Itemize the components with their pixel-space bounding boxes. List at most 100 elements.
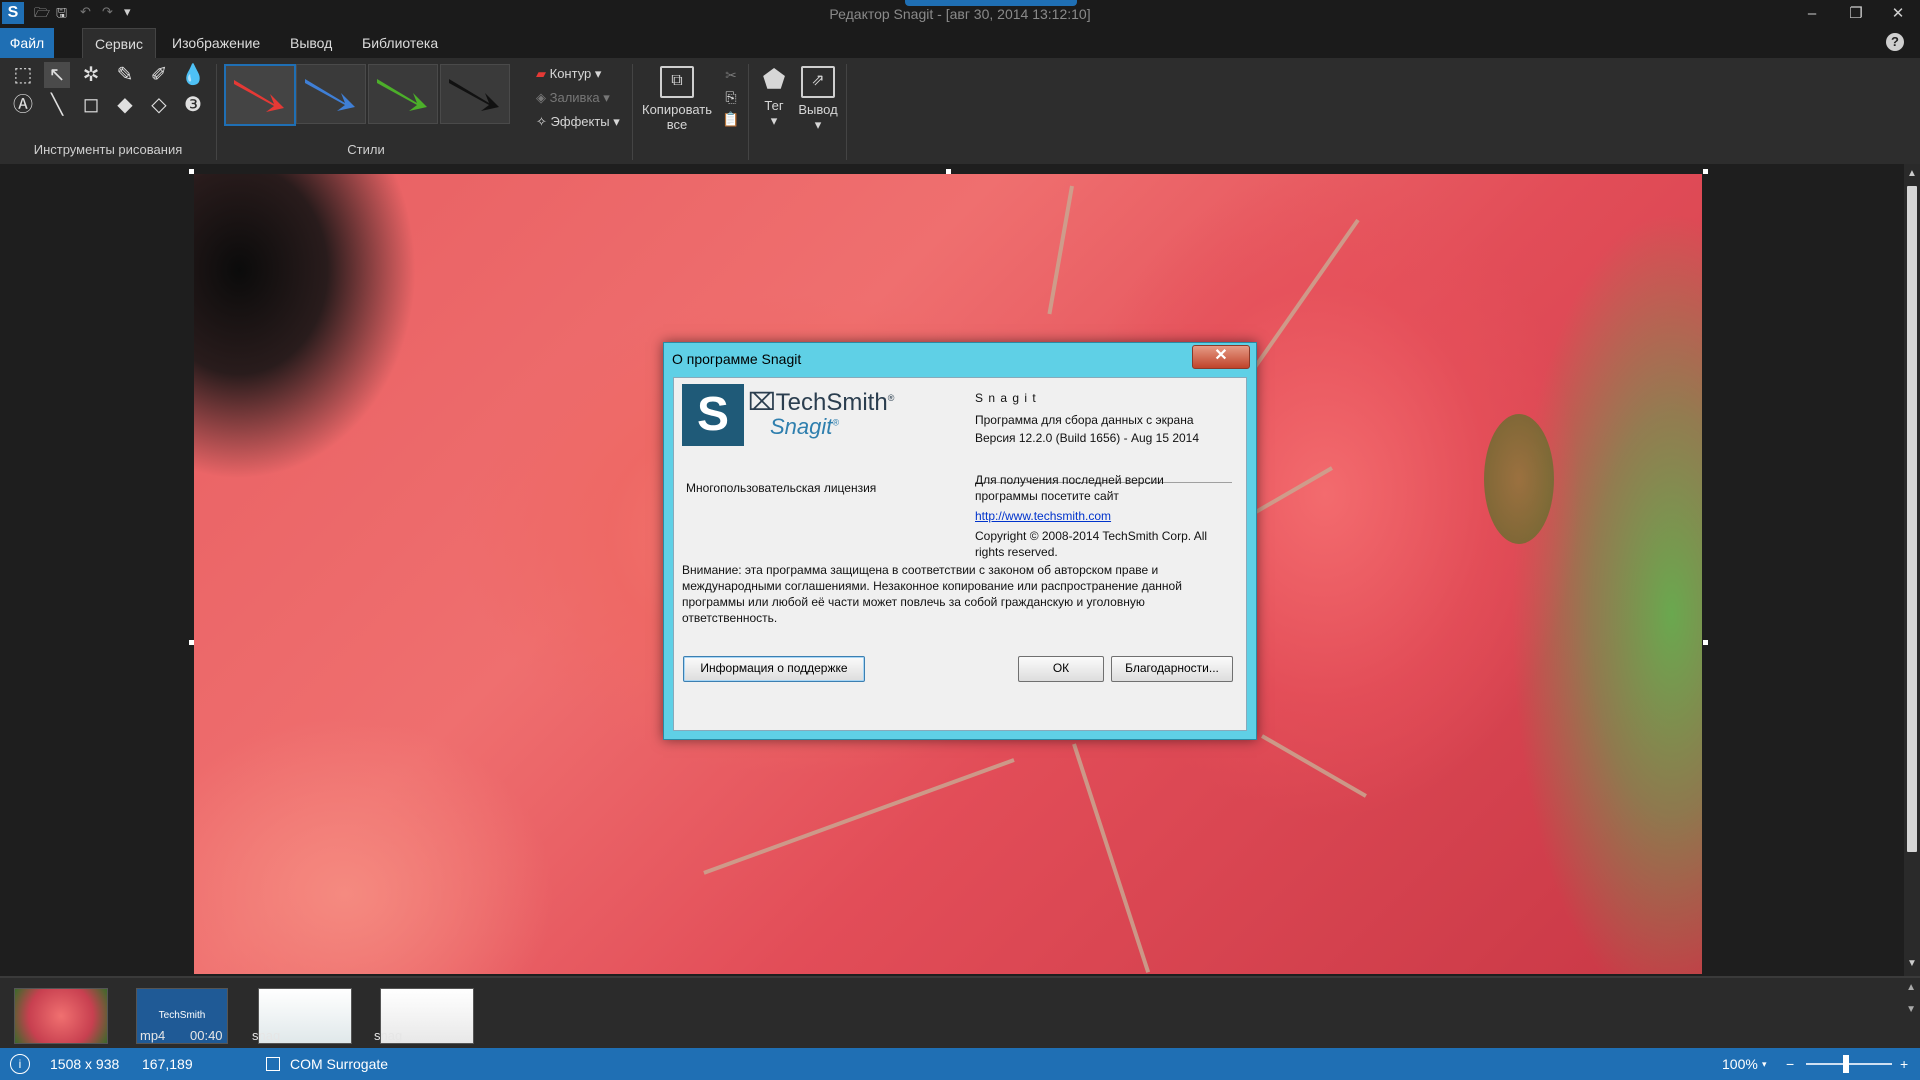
stamen [703,758,1015,875]
resize-handle[interactable] [946,169,951,174]
tab-file[interactable]: Файл [0,28,54,58]
separator [748,64,749,160]
tray-thumb-image[interactable] [14,988,108,1044]
zoom-in-button[interactable]: + [1900,1056,1908,1072]
menu-bar: Файл Сервис Изображение Вывод Библиотека… [0,28,1920,59]
highlighter-icon[interactable]: ✐ [146,62,172,88]
effects-wand-icon: ✧ [536,114,547,129]
process-name: COM Surrogate [290,1056,389,1072]
styles-label: Стили [347,142,385,157]
scroll-down-icon[interactable]: ▼ [1907,958,1917,969]
tray-snag-label-1: snag [252,1028,281,1043]
stamen [1261,734,1367,798]
shape-icon[interactable]: ◻ [78,92,104,118]
tab-image[interactable]: Изображение [160,28,272,58]
warning-line1: Внимание: эта программа защищена в соотв… [682,563,1159,577]
callout-icon[interactable]: Ⓐ [10,92,36,118]
capture-tray: TechSmith mp4 00:40 snag snag ▲ ▼ [0,976,1920,1050]
resize-handle[interactable] [1703,640,1708,645]
snagit-logo-icon: S [682,384,744,446]
style-red-arrow[interactable] [224,64,296,126]
contour-icon: ▰ [536,66,546,81]
stamp-icon[interactable]: ✲ [78,62,104,88]
product-name: S n a g i t [975,391,1037,405]
style-blue-arrow[interactable] [296,64,366,124]
contour-dropdown[interactable]: ▰ Контур ▾ [536,66,601,82]
pen-icon[interactable]: ✎ [112,62,138,88]
tag-button[interactable]: ⬟ Тег ▾ [756,66,792,129]
warning-line4: ответственность. [682,611,778,625]
tray-snag-label-2: snag [374,1028,403,1043]
tray-video-type: mp4 [140,1028,166,1043]
dialog-body: S ⌧TechSmith® Snagit® S n a g i t Програ… [673,377,1247,731]
resize-handle[interactable] [189,169,194,174]
about-dialog: О программе Snagit ✕ S ⌧TechSmith® Snagi… [663,342,1257,740]
tray-video-duration: 00:40 [190,1028,223,1043]
dialog-title: О программе Snagit [672,351,802,367]
help-icon[interactable]: ? [1886,33,1904,51]
image-dimensions: 1508 x 938 [50,1056,120,1072]
ok-button[interactable]: ОК [1018,656,1104,682]
thanks-button[interactable]: Благодарности... [1111,656,1233,682]
warning-line2: международными соглашениями. Незаконное … [682,579,1182,593]
stamen [1047,185,1074,315]
drawing-tools-label: Инструменты рисования [33,142,183,157]
style-black-arrow[interactable] [440,64,510,124]
resize-handle[interactable] [1703,169,1708,174]
blur-icon[interactable]: 💧 [180,62,206,88]
insect [1484,414,1554,544]
tab-service[interactable]: Сервис [82,28,156,59]
zoom-slider-track[interactable] [1806,1063,1892,1065]
style-green-arrow[interactable] [368,64,438,124]
resize-handle[interactable] [189,640,194,645]
zoom-dropdown-icon[interactable]: ▾ [1762,1059,1767,1070]
fill-icon[interactable]: ◆ [112,92,138,118]
paste-icon[interactable]: 📋 [718,106,744,132]
tray-scroll-down-icon[interactable]: ▼ [1906,1004,1916,1015]
tray-scroll-up-icon[interactable]: ▲ [1906,982,1916,993]
vertical-scrollbar[interactable]: ▲ ▼ [1904,164,1920,976]
zoom-slider-thumb[interactable] [1843,1055,1849,1073]
license-type: Многопользовательская лицензия [686,481,877,495]
share-icon: ⇗ [801,66,835,98]
support-info-button[interactable]: Информация о поддержке [683,656,865,682]
close-button[interactable]: ✕ [1876,2,1920,26]
selection-icon[interactable]: ⬚ [10,62,36,88]
output-button[interactable]: ⇗ Вывод ▾ [796,66,840,133]
green-arrow-icon [377,79,427,111]
eraser-icon[interactable]: ◇ [146,92,172,118]
window-title: Редактор Snagit - [авг 30, 2014 13:12:10… [829,6,1091,22]
techsmith-logo-text: ⌧TechSmith® [748,389,895,416]
effects-dropdown[interactable]: ✧ Эффекты ▾ [536,114,620,130]
copy-all-button[interactable]: ⧉ Копировать все [638,66,716,132]
separator [846,64,847,160]
fill-bucket-icon: ◈ [536,90,546,105]
red-arrow-icon [234,80,284,112]
tab-output[interactable]: Вывод [278,28,344,58]
tab-library[interactable]: Библиотека [350,28,450,58]
restore-button[interactable]: ❐ [1834,2,1878,26]
zoom-level[interactable]: 100% [1722,1056,1758,1072]
separator [632,64,633,160]
snagit-logo-text: Snagit® [770,414,840,439]
techsmith-link[interactable]: http://www.techsmith.com [975,508,1111,524]
latest-version-line2: программы посетите сайт [975,489,1119,503]
cursor-position: 167,189 [142,1056,193,1072]
scroll-up-icon[interactable]: ▲ [1907,168,1917,179]
fill-dropdown[interactable]: ◈ Заливка ▾ [536,90,610,106]
latest-version-line1: Для получения последней версии [975,473,1164,487]
status-bar: i 1508 x 938 167,189 COM Surrogate 100% … [0,1048,1920,1080]
line-icon[interactable]: ╲ [44,92,70,118]
window-icon [266,1057,280,1071]
scrollbar-thumb[interactable] [1907,186,1917,852]
arrow-icon[interactable]: ↖ [44,62,70,88]
minimize-button[interactable]: – [1790,2,1834,26]
product-version: Версия 12.2.0 (Build 1656) - Aug 15 2014 [975,431,1200,445]
info-icon[interactable]: i [10,1054,30,1074]
blue-arrow-icon [305,79,355,111]
step-icon[interactable]: ❸ [180,92,206,118]
tag-icon: ⬟ [762,64,786,94]
copyright-line2: rights reserved. [975,545,1058,559]
dialog-close-button[interactable]: ✕ [1192,345,1250,369]
zoom-out-button[interactable]: − [1786,1056,1794,1072]
